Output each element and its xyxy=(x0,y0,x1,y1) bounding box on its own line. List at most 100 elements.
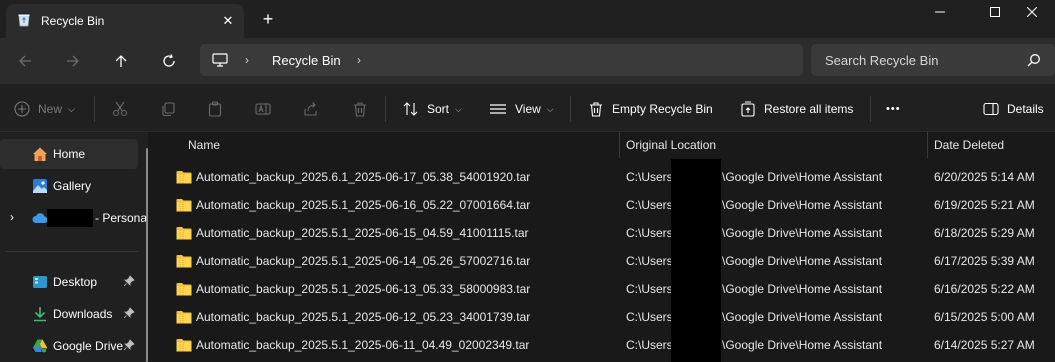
date-deleted: 6/18/2025 5:29 AM xyxy=(934,226,1035,240)
view-icon xyxy=(490,104,506,114)
archive-file-icon xyxy=(176,227,192,240)
download-icon xyxy=(34,307,46,322)
chevron-right-icon[interactable]: › xyxy=(10,210,14,224)
chevron-down-icon: ⌵ xyxy=(546,103,554,114)
breadcrumb-recycle-bin[interactable]: Recycle Bin xyxy=(272,53,341,68)
pin-icon[interactable] xyxy=(123,339,135,351)
sidebar-scrollbar[interactable] xyxy=(146,148,148,362)
sidebar-item-google-drive[interactable]: Google Drive xyxy=(0,331,138,361)
navigation-bar: › Recycle Bin › Search Recycle Bin xyxy=(0,38,1055,84)
recycle-bin-icon xyxy=(18,14,30,27)
address-bar[interactable]: › Recycle Bin › xyxy=(200,44,803,76)
up-button[interactable] xyxy=(108,49,134,73)
sidebar-item-gallery[interactable]: Gallery xyxy=(0,171,138,201)
date-deleted: 6/19/2025 5:21 AM xyxy=(934,198,1035,212)
scissors-icon xyxy=(112,101,128,117)
column-divider[interactable] xyxy=(619,132,620,158)
table-row[interactable]: Automatic_backup_2025.5.1_2025-06-13_05.… xyxy=(157,275,1055,303)
sort-label: Sort xyxy=(427,102,450,116)
toolbar-divider xyxy=(385,96,386,122)
restore-icon xyxy=(741,101,755,117)
more-options-button[interactable]: ••• xyxy=(886,98,901,120)
sidebar-item-home[interactable]: Home xyxy=(0,139,138,169)
cut-button[interactable] xyxy=(112,98,136,120)
home-icon xyxy=(33,147,47,161)
close-window-button[interactable] xyxy=(1009,0,1055,24)
column-header-date-deleted[interactable]: Date Deleted xyxy=(934,132,1004,158)
cloud-icon xyxy=(32,213,48,223)
original-location-prefix: C:\Users xyxy=(626,338,673,352)
file-list: Name Original Location Date Deleted Auto… xyxy=(157,132,1055,362)
view-button[interactable]: View ⌵ xyxy=(489,98,554,120)
trash-icon xyxy=(354,102,366,117)
chevron-down-icon: ⌵ xyxy=(68,103,75,114)
command-bar: New ⌵ Sort ⌵ View ⌵ Empty Recycle Bin Re… xyxy=(0,84,1055,132)
minimize-icon xyxy=(935,11,945,13)
back-button[interactable] xyxy=(12,49,38,73)
original-location-suffix: \Google Drive\Home Assistant xyxy=(722,338,883,352)
monitor-icon xyxy=(212,53,228,67)
new-label: New xyxy=(38,102,63,116)
file-name: Automatic_backup_2025.5.1_2025-06-14_05.… xyxy=(196,254,531,268)
tab-recycle-bin[interactable]: Recycle Bin ✕ xyxy=(6,4,244,38)
pin-icon[interactable] xyxy=(123,307,135,319)
empty-recycle-bin-label: Empty Recycle Bin xyxy=(612,102,713,116)
plus-circle-icon xyxy=(14,101,30,117)
sidebar-label-downloads: Downloads xyxy=(53,307,113,321)
copy-icon xyxy=(162,102,175,117)
new-button[interactable]: New ⌵ xyxy=(14,98,75,120)
pin-icon[interactable] xyxy=(123,275,135,287)
arrow-right-icon xyxy=(67,55,79,67)
column-divider[interactable] xyxy=(927,132,928,158)
forward-button[interactable] xyxy=(60,49,86,73)
details-button[interactable]: Details xyxy=(983,98,1044,120)
file-name: Automatic_backup_2025.5.1_2025-06-13_05.… xyxy=(196,282,531,296)
sidebar-item-downloads[interactable]: Downloads xyxy=(0,299,138,329)
rename-button[interactable] xyxy=(255,98,279,120)
date-deleted: 6/17/2025 5:39 AM xyxy=(934,254,1035,268)
sidebar-item-desktop[interactable]: Desktop xyxy=(0,267,138,297)
file-name: Automatic_backup_2025.5.1_2025-06-15_04.… xyxy=(196,226,529,240)
column-header-name[interactable]: Name xyxy=(188,132,220,158)
close-tab-icon[interactable]: ✕ xyxy=(218,11,238,31)
date-deleted: 6/15/2025 5:00 AM xyxy=(934,310,1035,324)
table-row[interactable]: Automatic_backup_2025.6.1_2025-06-17_05.… xyxy=(157,163,1055,191)
refresh-icon xyxy=(163,54,175,67)
sidebar-item-onedrive[interactable]: › - Persona xyxy=(0,203,147,233)
arrow-up-icon xyxy=(115,55,127,67)
sidebar-label-home: Home xyxy=(53,147,86,161)
copy-button[interactable] xyxy=(160,98,184,120)
restore-all-button[interactable]: Restore all items xyxy=(740,98,853,120)
sidebar-divider xyxy=(6,251,138,252)
sort-button[interactable]: Sort ⌵ xyxy=(403,98,462,120)
chevron-right-icon[interactable]: › xyxy=(245,53,249,67)
chevron-right-icon[interactable]: › xyxy=(357,53,361,67)
new-tab-button[interactable]: + xyxy=(258,9,278,29)
column-header-original-location[interactable]: Original Location xyxy=(626,132,716,158)
redacted-username-column xyxy=(671,159,721,362)
table-row[interactable]: Automatic_backup_2025.5.1_2025-06-12_05.… xyxy=(157,303,1055,331)
search-placeholder: Search Recycle Bin xyxy=(825,53,939,68)
original-location-prefix: C:\Users xyxy=(626,254,673,268)
arrow-left-icon xyxy=(19,55,31,67)
original-location-prefix: C:\Users xyxy=(626,198,673,212)
table-row[interactable]: Automatic_backup_2025.5.1_2025-06-16_05.… xyxy=(157,191,1055,219)
refresh-button[interactable] xyxy=(156,49,182,73)
details-pane-icon xyxy=(983,102,999,116)
delete-button[interactable] xyxy=(352,98,376,120)
paste-button[interactable] xyxy=(207,98,231,120)
table-row[interactable]: Automatic_backup_2025.5.1_2025-06-14_05.… xyxy=(157,247,1055,275)
table-row[interactable]: Automatic_backup_2025.5.1_2025-06-11_04.… xyxy=(157,331,1055,359)
details-label: Details xyxy=(1007,102,1044,116)
share-button[interactable] xyxy=(303,98,327,120)
original-location-prefix: C:\Users xyxy=(626,226,673,240)
toolbar-divider xyxy=(94,96,95,122)
empty-recycle-bin-button[interactable]: Empty Recycle Bin xyxy=(588,98,713,120)
search-input[interactable]: Search Recycle Bin xyxy=(811,44,1055,76)
minimize-button[interactable] xyxy=(917,0,963,24)
more-icon: ••• xyxy=(886,103,901,115)
file-name: Automatic_backup_2025.6.1_2025-06-17_05.… xyxy=(196,170,531,184)
original-location-suffix: \Google Drive\Home Assistant xyxy=(722,310,883,324)
trash-icon xyxy=(590,102,602,117)
table-row[interactable]: Automatic_backup_2025.5.1_2025-06-15_04.… xyxy=(157,219,1055,247)
